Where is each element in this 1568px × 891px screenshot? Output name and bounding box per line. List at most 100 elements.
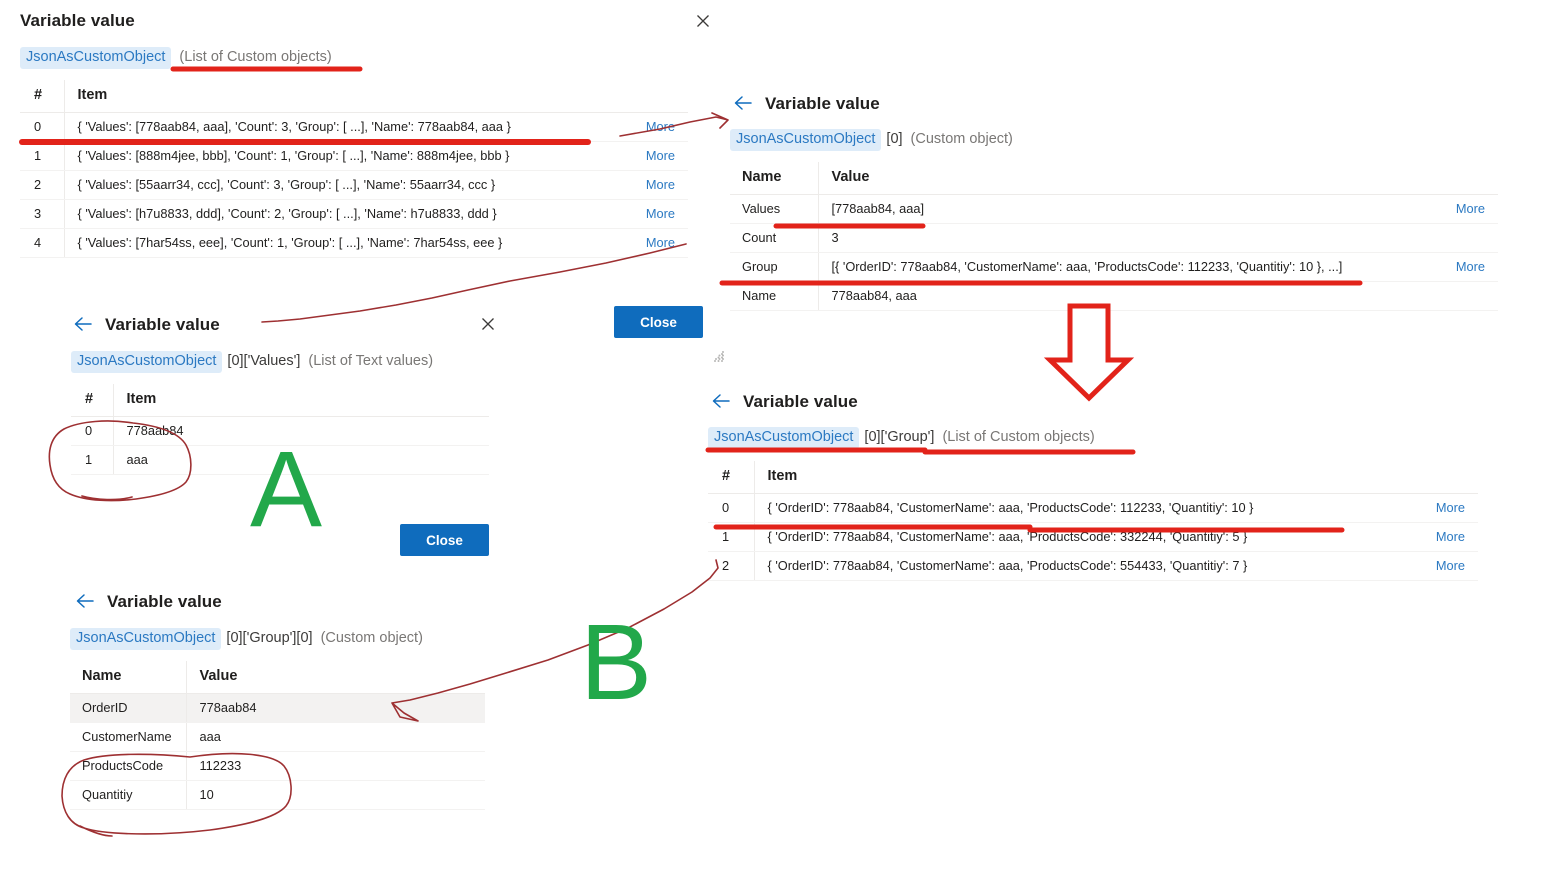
panel-values-breadcrumb: JsonAsCustomObject [0]['Values'] (List o… bbox=[71, 351, 433, 373]
prop-name: CustomerName bbox=[70, 722, 186, 752]
table-row[interactable]: 2 { 'Values': [55aarr34, ccc], 'Count': … bbox=[20, 170, 688, 200]
more-link[interactable]: More bbox=[610, 228, 688, 258]
table-row[interactable]: ProductsCode 112233 bbox=[70, 751, 485, 781]
row-item: { 'Values': [55aarr34, ccc], 'Count': 3,… bbox=[63, 170, 610, 200]
table-row[interactable]: 0 { 'OrderID': 778aab84, 'CustomerName':… bbox=[708, 493, 1478, 523]
back-arrow-icon[interactable] bbox=[74, 590, 96, 612]
table-row[interactable]: Count 3 bbox=[730, 223, 1498, 253]
variable-kind: (List of Custom objects) bbox=[942, 429, 1095, 445]
table-row[interactable]: Name 778aab84, aaa bbox=[730, 281, 1498, 311]
panel-group-list-header: Variable value bbox=[710, 390, 858, 412]
close-button[interactable]: Close bbox=[614, 306, 703, 338]
close-button[interactable]: Close bbox=[400, 524, 489, 556]
close-icon[interactable] bbox=[690, 8, 716, 34]
row-item: { 'OrderID': 778aab84, 'CustomerName': a… bbox=[753, 522, 1406, 552]
more-link[interactable]: More bbox=[610, 170, 688, 200]
prop-value: 3 bbox=[817, 223, 1426, 253]
variable-chip[interactable]: JsonAsCustomObject bbox=[730, 129, 882, 151]
row-item: { 'OrderID': 778aab84, 'CustomerName': a… bbox=[753, 551, 1406, 581]
prop-value: 778aab84 bbox=[185, 693, 485, 723]
col-header-name: Name bbox=[730, 162, 818, 195]
row-index: 2 bbox=[708, 551, 754, 581]
col-header-name: Name bbox=[70, 661, 186, 694]
more-link[interactable]: More bbox=[610, 199, 688, 229]
panel-item0-table-wrap: Name Value Values [778aab84, aaa] More C… bbox=[730, 162, 1498, 311]
panel-group-list-title: Variable value bbox=[743, 391, 858, 411]
annotation-letter-b: B bbox=[580, 601, 653, 722]
variable-index: [0]['Group'][0] bbox=[226, 630, 313, 646]
col-header-actions bbox=[610, 80, 688, 113]
prop-value: 778aab84, aaa bbox=[817, 281, 1426, 311]
table-row[interactable]: 0 { 'Values': [778aab84, aaa], 'Count': … bbox=[20, 112, 688, 142]
panel-group-list-variable-value: Variable value JsonAsCustomObject [0]['G… bbox=[700, 382, 1490, 592]
table-header-row: # Item bbox=[71, 384, 489, 417]
prop-name: OrderID bbox=[70, 693, 186, 723]
panel-values-title: Variable value bbox=[105, 314, 220, 334]
item0-props-table: Name Value Values [778aab84, aaa] More C… bbox=[730, 162, 1498, 311]
panel-group0-breadcrumb: JsonAsCustomObject [0]['Group'][0] (Cust… bbox=[70, 628, 423, 650]
variable-kind: (List of Text values) bbox=[308, 353, 434, 369]
more-link[interactable] bbox=[1426, 281, 1498, 311]
col-header-item: Item bbox=[112, 384, 489, 417]
prop-value: [{ 'OrderID': 778aab84, 'CustomerName': … bbox=[817, 252, 1426, 282]
variable-chip[interactable]: JsonAsCustomObject bbox=[20, 47, 172, 69]
row-index: 1 bbox=[708, 522, 754, 552]
more-link[interactable]: More bbox=[610, 141, 688, 171]
row-item: { 'Values': [7har54ss, eee], 'Count': 1,… bbox=[63, 228, 610, 258]
table-row[interactable]: 4 { 'Values': [7har54ss, eee], 'Count': … bbox=[20, 228, 688, 258]
table-row[interactable]: OrderID 778aab84 bbox=[70, 693, 485, 723]
col-header-actions bbox=[1426, 162, 1498, 195]
col-header-index: # bbox=[708, 461, 754, 494]
variable-kind: (List of Custom objects) bbox=[179, 49, 332, 65]
col-header-value: Value bbox=[185, 661, 485, 694]
panel-item0-title: Variable value bbox=[765, 93, 880, 113]
back-arrow-icon[interactable] bbox=[72, 313, 94, 335]
variable-index: [0]['Group'] bbox=[864, 429, 935, 445]
panel-group0-table-wrap: Name Value OrderID 778aab84 CustomerName… bbox=[70, 661, 485, 810]
table-row[interactable]: 1 { 'OrderID': 778aab84, 'CustomerName':… bbox=[708, 522, 1478, 552]
more-link[interactable]: More bbox=[1406, 522, 1478, 552]
variable-chip[interactable]: JsonAsCustomObject bbox=[71, 351, 223, 373]
panel-group-list-table-wrap: # Item 0 { 'OrderID': 778aab84, 'Custome… bbox=[708, 461, 1478, 581]
prop-name: ProductsCode bbox=[70, 751, 186, 781]
prop-value: [778aab84, aaa] bbox=[817, 194, 1426, 224]
table-row[interactable]: CustomerName aaa bbox=[70, 722, 485, 752]
row-item: { 'OrderID': 778aab84, 'CustomerName': a… bbox=[753, 493, 1406, 523]
more-link[interactable]: More bbox=[1426, 194, 1498, 224]
panel-values-header: Variable value bbox=[72, 313, 220, 335]
panel-root-title: Variable value bbox=[20, 11, 135, 30]
group-list-items-table: # Item 0 { 'OrderID': 778aab84, 'Custome… bbox=[708, 461, 1478, 581]
variable-chip[interactable]: JsonAsCustomObject bbox=[708, 427, 860, 449]
row-index: 3 bbox=[20, 199, 64, 229]
more-link[interactable]: More bbox=[610, 112, 688, 142]
annotation-letter-a: A bbox=[250, 428, 323, 549]
table-row[interactable]: Group [{ 'OrderID': 778aab84, 'CustomerN… bbox=[730, 252, 1498, 282]
prop-name: Quantitiy bbox=[70, 780, 186, 810]
col-header-item: Item bbox=[63, 80, 610, 113]
table-row[interactable]: 3 { 'Values': [h7u8833, ddd], 'Count': 2… bbox=[20, 199, 688, 229]
panel-item0-breadcrumb: JsonAsCustomObject [0] (Custom object) bbox=[730, 129, 1013, 151]
panel-group-list-breadcrumb: JsonAsCustomObject [0]['Group'] (List of… bbox=[708, 427, 1095, 449]
more-link[interactable]: More bbox=[1406, 493, 1478, 523]
table-row[interactable]: Values [778aab84, aaa] More bbox=[730, 194, 1498, 224]
close-icon[interactable] bbox=[475, 311, 501, 337]
more-link[interactable]: More bbox=[1426, 252, 1498, 282]
prop-value: 10 bbox=[185, 780, 485, 810]
col-header-item: Item bbox=[753, 461, 1406, 494]
back-arrow-icon[interactable] bbox=[710, 390, 732, 412]
variable-chip[interactable]: JsonAsCustomObject bbox=[70, 628, 222, 650]
row-index: 2 bbox=[20, 170, 64, 200]
back-arrow-icon[interactable] bbox=[732, 92, 754, 114]
variable-index: [0] bbox=[886, 131, 903, 147]
root-items-table: # Item 0 { 'Values': [778aab84, aaa], 'C… bbox=[20, 80, 688, 258]
table-header-row: Name Value bbox=[70, 661, 485, 694]
col-header-value: Value bbox=[817, 162, 1426, 195]
table-row[interactable]: 2 { 'OrderID': 778aab84, 'CustomerName':… bbox=[708, 551, 1478, 581]
more-link[interactable] bbox=[1426, 223, 1498, 253]
table-row[interactable]: 1 { 'Values': [888m4jee, bbb], 'Count': … bbox=[20, 141, 688, 171]
resize-grip[interactable] bbox=[714, 348, 726, 360]
more-link[interactable]: More bbox=[1406, 551, 1478, 581]
table-row[interactable]: Quantitiy 10 bbox=[70, 780, 485, 810]
table-header-row: # Item bbox=[708, 461, 1478, 494]
row-item: { 'Values': [888m4jee, bbb], 'Count': 1,… bbox=[63, 141, 610, 171]
